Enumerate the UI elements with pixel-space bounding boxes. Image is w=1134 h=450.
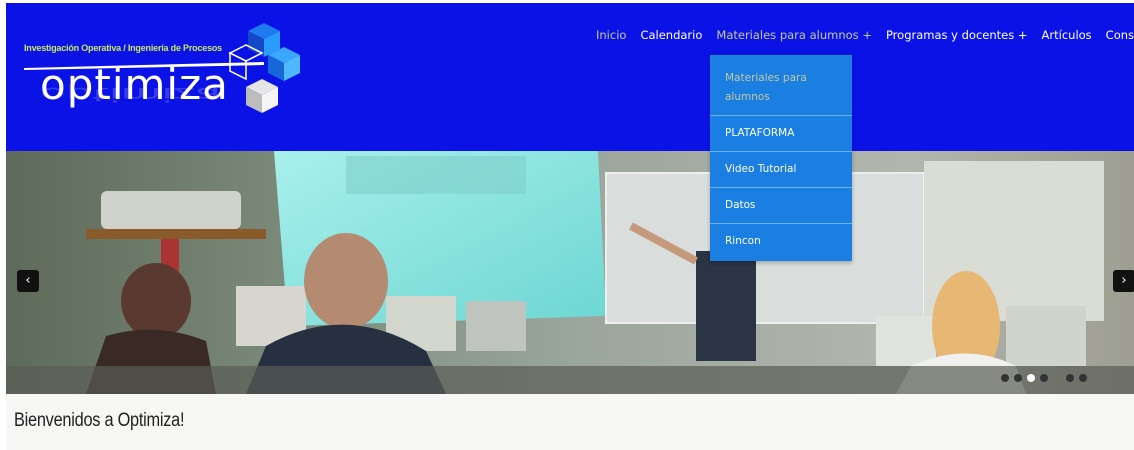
slider-dot-active[interactable] <box>1027 374 1035 382</box>
nav-item-articulos[interactable]: Artículos <box>1042 28 1092 42</box>
main-nav: Inicio Calendario Materiales para alumno… <box>596 28 1134 42</box>
dropdown-item-plataforma[interactable]: PLATAFORMA <box>710 116 852 152</box>
nav-item-materiales[interactable]: Materiales para alumnos + <box>716 28 872 42</box>
slider-dot[interactable] <box>1040 374 1048 382</box>
hero-slider <box>6 151 1134 394</box>
slider-dot[interactable] <box>1001 374 1009 382</box>
site-logo-reflection: optimiza <box>40 83 221 106</box>
site-header: Investigación Operativa / Ingeniería de … <box>6 3 1134 151</box>
site-tagline: Investigación Operativa / Ingeniería de … <box>24 43 222 53</box>
nav-item-inicio[interactable]: Inicio <box>596 28 626 42</box>
page: Investigación Operativa / Ingeniería de … <box>0 0 1134 450</box>
nav-item-programas[interactable]: Programas y docentes + <box>886 28 1028 42</box>
dropdown-item-datos[interactable]: Datos <box>710 188 852 224</box>
welcome-title: Bienvenidos a Optimiza! <box>14 410 185 431</box>
dropdown-item-video-tutorial[interactable]: Video Tutorial <box>710 152 852 188</box>
logo-cubes-icon <box>228 23 300 113</box>
slider-dot[interactable] <box>1014 374 1022 382</box>
dropdown-item-materiales[interactable]: Materiales para alumnos <box>710 55 852 116</box>
slider-dot[interactable] <box>1066 374 1074 382</box>
slider-prev-button[interactable]: ‹ <box>17 270 39 292</box>
materiales-dropdown: Materiales para alumnos PLATAFORMA Video… <box>710 54 852 261</box>
slider-dots <box>1001 374 1092 382</box>
welcome-section: Bienvenidos a Optimiza! <box>6 394 1134 450</box>
slider-next-button[interactable]: › <box>1113 270 1134 292</box>
nav-item-calendario[interactable]: Calendario <box>640 28 702 42</box>
slider-dot[interactable] <box>1079 374 1087 382</box>
slide-classroom-photo <box>6 151 1134 394</box>
nav-item-consultas[interactable]: Consultas <box>1106 28 1134 42</box>
dropdown-item-rincon[interactable]: Rincon <box>710 224 852 261</box>
